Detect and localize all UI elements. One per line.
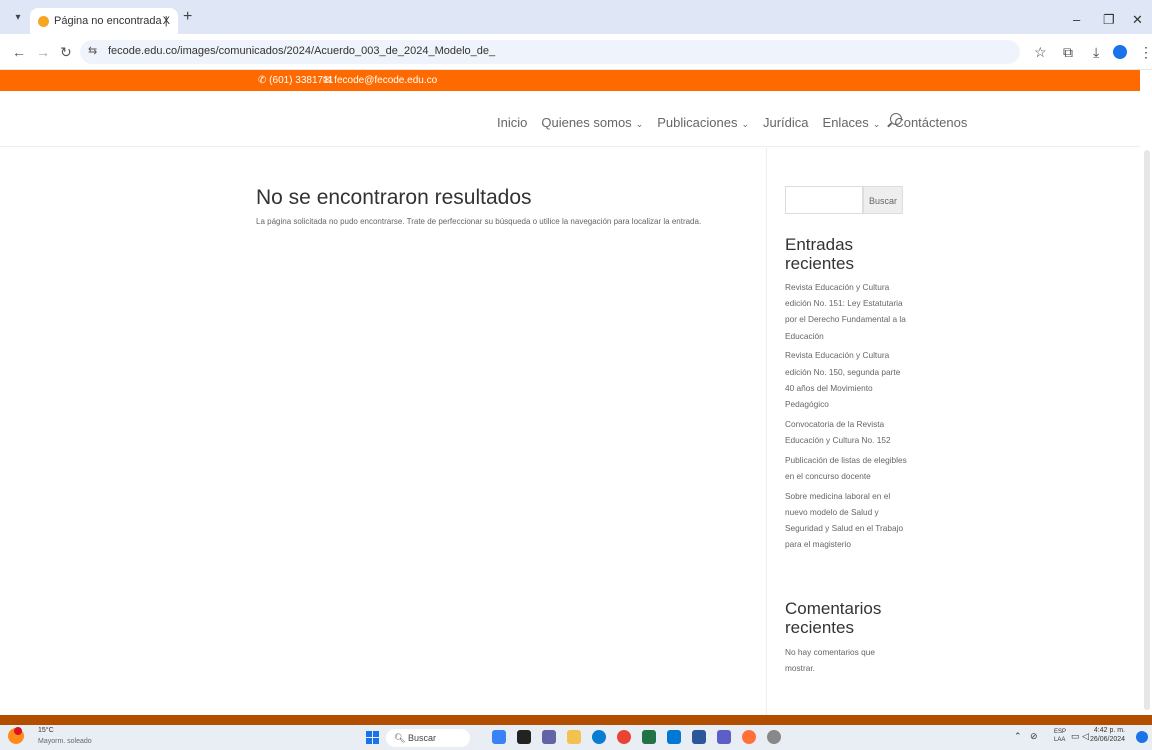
minimize-icon[interactable]: – xyxy=(1073,12,1080,27)
language-indicator[interactable]: ESP LAA xyxy=(1054,728,1066,744)
menu-item-contactenos[interactable]: Contáctenos xyxy=(894,115,967,130)
tab-close-button[interactable]: X xyxy=(163,8,170,34)
edge-icon[interactable] xyxy=(592,730,606,744)
window-close-icon[interactable]: ✕ xyxy=(1132,12,1143,28)
chevron-down-icon: ⌄ xyxy=(872,119,881,129)
scrollbar-thumb[interactable] xyxy=(1144,150,1150,710)
search-icon[interactable] xyxy=(890,113,902,125)
sidebar-search-input[interactable] xyxy=(785,186,863,214)
forward-arrow-icon[interactable]: → xyxy=(36,43,50,61)
email-link[interactable]: ✉ fecode@fecode.edu.co xyxy=(323,75,437,86)
profile-avatar[interactable] xyxy=(1113,45,1127,59)
page-scrollbar[interactable] xyxy=(1140,70,1152,715)
browser-tab[interactable]: Página no encontrada | Fecode X xyxy=(30,8,178,53)
extensions-icon[interactable]: ⧉ xyxy=(1063,43,1073,61)
recent-post-link[interactable]: Revista Educación y Cultura edición No. … xyxy=(785,347,910,412)
site-footer-band xyxy=(0,715,1152,725)
file-explorer-icon[interactable] xyxy=(567,730,581,744)
chrome-icon[interactable] xyxy=(617,730,631,744)
recent-post-link[interactable]: Publicación de listas de elegibles en el… xyxy=(785,452,910,484)
recent-posts-list: Revista Educación y Cultura edición No. … xyxy=(785,279,910,556)
app-icon[interactable] xyxy=(492,730,506,744)
url-text[interactable]: fecode.edu.co/images/comunicados/2024/Ac… xyxy=(108,45,495,57)
outlook-icon[interactable] xyxy=(667,730,681,744)
contact-top-bar: ✆ (601) 3381711 ✉ fecode@fecode.edu.co xyxy=(0,70,1152,91)
volume-icon[interactable]: ◁ xyxy=(1082,731,1089,742)
system-clock[interactable]: 4:42 p. m. 26/06/2024 xyxy=(1090,726,1125,744)
email-address: fecode@fecode.edu.co xyxy=(334,75,438,86)
recent-post-link[interactable]: Convocatoria de la Revista Educación y C… xyxy=(785,416,910,448)
new-tab-button[interactable]: + xyxy=(183,8,192,26)
menu-item-label: Publicaciones xyxy=(657,115,738,130)
recent-comments-heading: Comentarios recientes xyxy=(785,599,882,637)
taskbar-search-label: Buscar xyxy=(407,733,436,743)
display-icon[interactable]: ▭ xyxy=(1071,731,1080,742)
chevron-up-icon[interactable]: ⌃ xyxy=(1014,731,1022,742)
task-view-icon[interactable] xyxy=(517,730,531,744)
site-favicon-icon xyxy=(38,16,49,27)
page-title: No se encontraron resultados xyxy=(256,186,532,209)
excel-icon[interactable] xyxy=(642,730,656,744)
windows-start-icon[interactable] xyxy=(366,731,379,744)
browser-toolbar: ← → ↻ ⇆ fecode.edu.co/images/comunicados… xyxy=(0,34,1152,70)
menu-item-inicio[interactable]: Inicio xyxy=(497,115,527,130)
address-bar[interactable]: ⇆ fecode.edu.co/images/comunicados/2024/… xyxy=(80,40,1020,64)
keyboard-layout: LAA xyxy=(1054,737,1066,743)
menu-item-label: Quienes somos xyxy=(541,115,632,130)
site-info-icon[interactable]: ⇆ xyxy=(88,44,97,57)
sidebar-search-button[interactable]: Buscar xyxy=(863,186,903,214)
recent-post-link[interactable]: Sobre medicina laboral en el nuevo model… xyxy=(785,488,910,553)
search-icon: 🔍︎ xyxy=(394,733,406,743)
tab-search-dropdown-icon[interactable]: ▾ xyxy=(10,10,26,26)
bookmark-star-icon[interactable]: ☆ xyxy=(1034,43,1047,61)
chevron-down-icon: ⌄ xyxy=(741,119,749,129)
recent-post-link[interactable]: Revista Educación y Cultura edición No. … xyxy=(785,279,910,344)
menu-item-enlaces[interactable]: Enlaces ⌄ xyxy=(823,115,881,130)
clock-date: 26/06/2024 xyxy=(1090,736,1126,743)
weather-alert-badge xyxy=(14,727,22,735)
chat-icon[interactable] xyxy=(542,730,556,744)
windows-taskbar: 15°C Mayorm. soleado 🔍︎ Buscar ⌃ ⊘ ESP LA… xyxy=(0,725,1152,750)
download-icon[interactable]: ⤓ xyxy=(1093,43,1099,61)
teams-icon[interactable] xyxy=(717,730,731,744)
no-comments-text: No hay comentarios que mostrar. xyxy=(785,647,875,674)
settings-gear-icon[interactable] xyxy=(767,730,781,744)
back-arrow-icon[interactable]: ← xyxy=(12,43,26,61)
not-found-message: La página solicitada no pudo encontrarse… xyxy=(256,217,702,226)
weather-temperature: 15°C xyxy=(38,727,54,734)
word-icon[interactable] xyxy=(692,730,706,744)
notification-badge[interactable] xyxy=(1136,731,1148,743)
restore-icon[interactable]: ❐ xyxy=(1103,12,1115,28)
recent-posts-heading: Entradas recientes xyxy=(785,235,854,273)
browser-tab-strip: ▾ Página no encontrada | Fecode X + – ❐ … xyxy=(0,0,1152,53)
network-icon[interactable]: ⊘ xyxy=(1030,731,1038,742)
menu-item-quienes-somos[interactable]: Quienes somos ⌄ xyxy=(541,115,643,130)
reload-icon[interactable]: ↻ xyxy=(60,43,72,61)
weather-icon[interactable] xyxy=(8,727,24,744)
mail-icon: ✉ xyxy=(323,75,332,86)
taskbar-search[interactable]: 🔍︎ Buscar xyxy=(386,729,470,747)
menu-item-publicaciones[interactable]: Publicaciones ⌄ xyxy=(657,115,749,130)
phone-icon: ✆ xyxy=(258,75,267,86)
weather-description: Mayorm. soleado xyxy=(38,738,92,745)
sidebar-divider xyxy=(766,148,767,715)
language-code: ESP xyxy=(1054,729,1067,735)
firefox-icon[interactable] xyxy=(742,730,756,744)
menu-item-juridica[interactable]: Jurídica xyxy=(763,115,809,130)
menu-item-label: Enlaces xyxy=(822,115,869,130)
kebab-menu-icon[interactable]: ⋮ xyxy=(1139,43,1152,61)
site-header: Inicio Quienes somos ⌄ Publicaciones ⌄ Jur… xyxy=(0,91,1152,147)
chevron-down-icon: ⌄ xyxy=(635,119,644,129)
clock-time: 4:42 p. m. xyxy=(1093,727,1126,734)
